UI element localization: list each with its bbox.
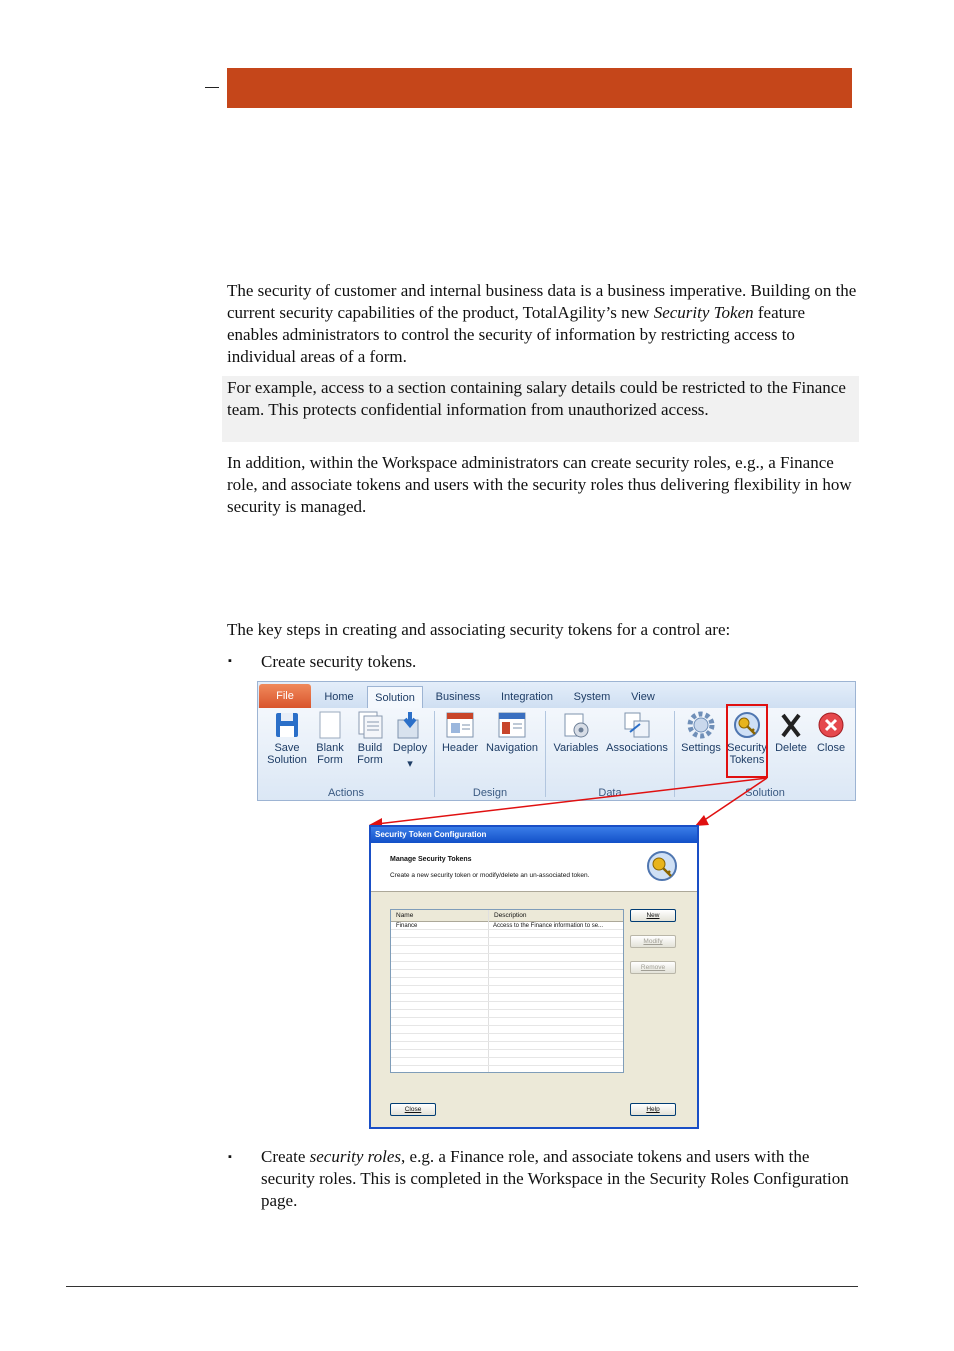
empty-row [391,970,623,978]
associations-icon [622,710,652,740]
dialog-header: Manage Security Tokens Create a new secu… [371,843,697,892]
tab-solution[interactable]: Solution [367,686,423,708]
close-icon [816,710,846,740]
empty-row [391,986,623,994]
token-list[interactable]: Name Description Finance Access to the F… [390,909,624,1073]
intro-emphasis: Security Token [653,303,754,322]
header-tick-mark [205,87,219,88]
roles-text: Create [261,1147,310,1166]
column-header-description[interactable]: Description [488,910,623,921]
empty-row [391,962,623,970]
example-paragraph: For example, access to a section contain… [227,378,846,419]
blank-form-button[interactable]: Blank Form [310,710,350,766]
footer-rule [66,1286,858,1287]
tab-home[interactable]: Home [318,686,360,708]
header-icon [445,710,475,740]
steps-intro-paragraph: The key steps in creating and associatin… [227,620,731,639]
table-row[interactable]: Finance Access to the Finance informatio… [391,922,623,930]
empty-row [391,1050,623,1058]
empty-row [391,1026,623,1034]
dialog-subheading: Create a new security token or modify/de… [390,872,590,879]
workspace-paragraph: In addition, within the Workspace admini… [227,453,852,516]
deploy-button[interactable]: Deploy ▾ [390,710,430,770]
column-header-name[interactable]: Name [391,910,488,921]
header-button[interactable]: Header [438,710,482,754]
token-name-cell: Finance [396,923,418,929]
dialog-heading: Manage Security Tokens [390,856,472,863]
tab-business[interactable]: Business [430,686,486,708]
deploy-icon [395,710,425,740]
bullet-create-tokens: Create security tokens. [261,652,417,671]
chapter-banner [227,68,852,108]
empty-row [391,1010,623,1018]
token-list-header: Name Description [391,910,623,922]
delete-button[interactable]: Delete [770,710,812,754]
intro-paragraph: The security of customer and internal bu… [227,280,859,368]
associations-button[interactable]: Associations [604,710,670,754]
roles-emphasis: security roles [309,1147,402,1166]
dialog-close-button[interactable]: Close [390,1103,436,1116]
gear-icon [686,710,716,740]
bullet-marker: ▪ [228,1151,232,1163]
navigation-icon [497,710,527,740]
dialog-help-button[interactable]: Help [630,1103,676,1116]
security-token-icon [645,849,679,885]
security-tokens-highlight-box [726,704,768,778]
variables-icon [561,710,591,740]
navigation-button[interactable]: Navigation [484,710,540,754]
empty-row [391,1058,623,1066]
build-form-button[interactable]: Build Form [350,710,390,766]
tab-integration[interactable]: Integration [494,686,560,708]
settings-button[interactable]: Settings [678,710,724,754]
tab-file[interactable]: File [259,684,311,708]
floppy-disk-icon [272,710,302,740]
tab-view[interactable]: View [624,686,662,708]
delete-x-icon [776,710,806,740]
variables-button[interactable]: Variables [550,710,602,754]
empty-row [391,938,623,946]
tab-system[interactable]: System [567,686,617,708]
empty-row [391,994,623,1002]
empty-row [391,930,623,938]
deploy-dropdown-arrow[interactable]: ▾ [390,758,430,770]
close-solution-button[interactable]: Close [810,710,852,754]
build-form-icon [355,710,385,740]
empty-row [391,946,623,954]
token-description-cell: Access to the Finance information to se.… [493,923,604,929]
blank-form-icon [315,710,345,740]
dialog-title-bar: Security Token Configuration [371,827,697,843]
empty-row [391,1034,623,1042]
bullet-marker: ▪ [228,655,232,667]
empty-row [391,1018,623,1026]
save-solution-button[interactable]: Save Solution [262,710,312,766]
empty-row [391,978,623,986]
modify-token-button[interactable]: Modify [630,935,676,948]
new-token-button[interactable]: New [630,909,676,922]
remove-token-button[interactable]: Remove [630,961,676,974]
empty-row [391,954,623,962]
empty-row [391,1002,623,1010]
empty-row [391,1042,623,1050]
bullet-create-roles: Create security roles, e.g. a Finance ro… [261,1146,859,1212]
security-token-dialog: Security Token Configuration Manage Secu… [369,825,699,1129]
